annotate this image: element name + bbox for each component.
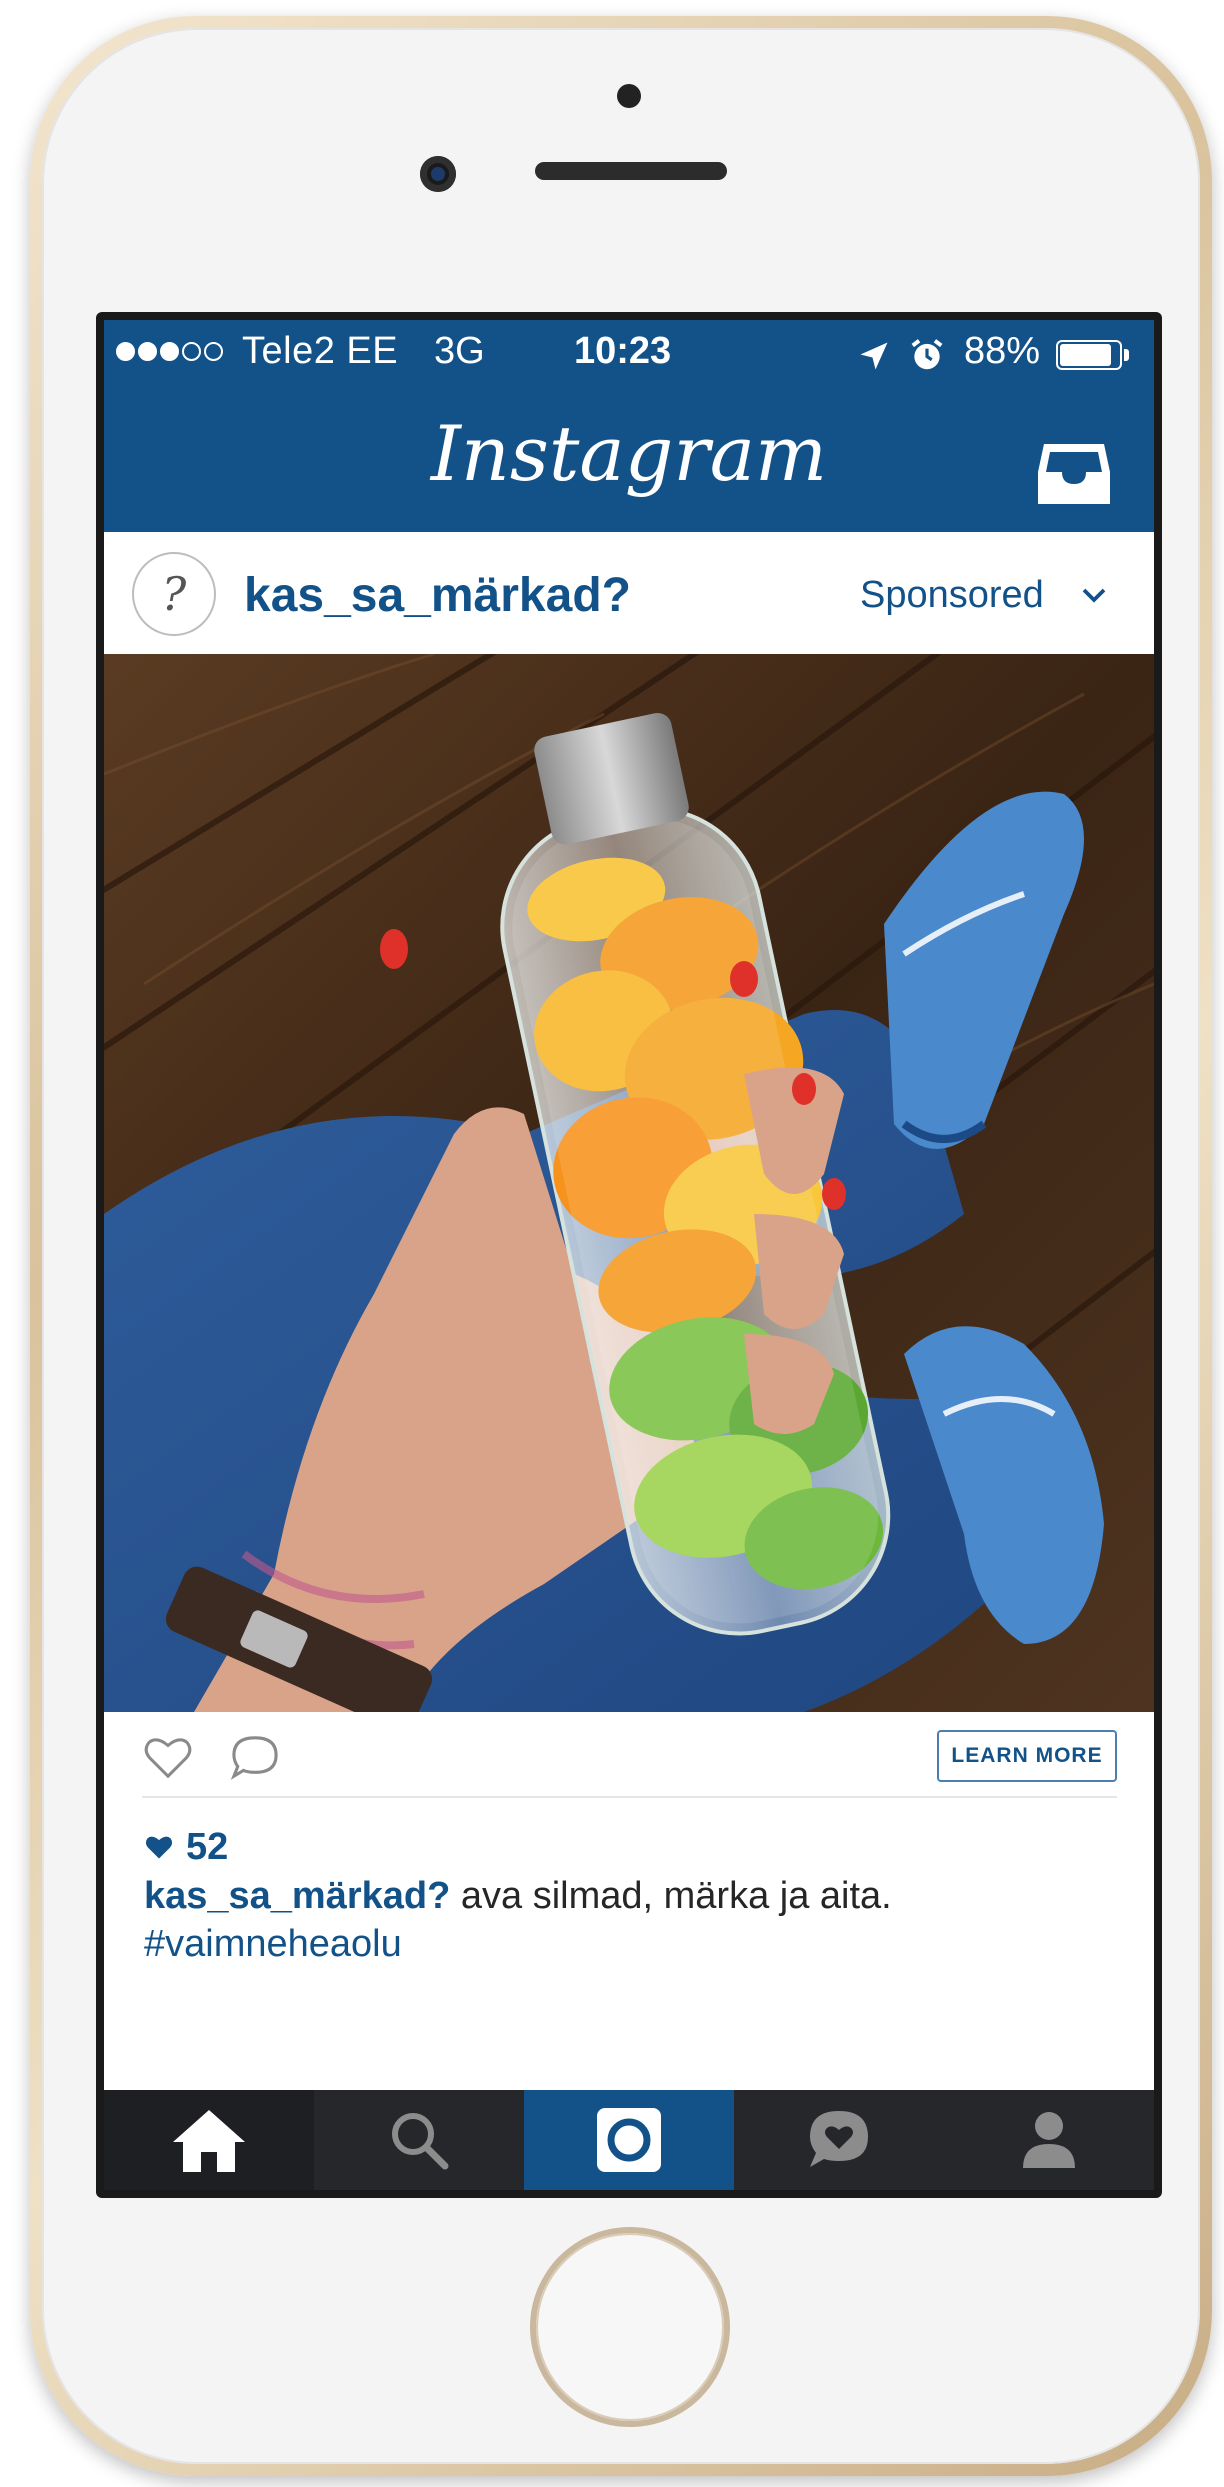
home-button[interactable] xyxy=(536,2233,724,2421)
signal-dot xyxy=(204,342,223,361)
earpiece-speaker xyxy=(535,162,727,180)
phone-screen: Tele2 EE 3G 10:23 88% Instagram ? kas_sa… xyxy=(96,312,1162,2198)
like-heart-icon[interactable] xyxy=(142,1734,194,1780)
tab-search[interactable] xyxy=(314,2090,524,2190)
tab-profile[interactable] xyxy=(944,2090,1154,2190)
search-icon xyxy=(392,2113,449,2170)
comment-bubble-icon[interactable] xyxy=(230,1734,280,1780)
avatar-question-icon: ? xyxy=(161,567,187,621)
location-arrow-icon xyxy=(860,342,888,370)
inbox-icon[interactable] xyxy=(1034,436,1114,508)
post-caption: kas_sa_märkad? ava silmad, märka ja aita… xyxy=(144,1872,1124,1968)
caption-username[interactable]: kas_sa_märkad? xyxy=(144,1875,450,1917)
carrier-name: Tele2 EE xyxy=(242,330,399,372)
signal-dot xyxy=(160,342,179,361)
post-username[interactable]: kas_sa_märkad? xyxy=(244,568,631,623)
alarm-clock-icon xyxy=(911,339,943,370)
home-icon xyxy=(173,2110,245,2172)
profile-icon xyxy=(1023,2112,1075,2168)
signal-dot xyxy=(138,342,157,361)
network-type: 3G xyxy=(434,330,485,372)
proximity-sensor xyxy=(617,84,641,108)
likes-row[interactable]: 52 xyxy=(144,1822,228,1872)
caption-text: ava silmad, märka ja aita. xyxy=(450,1875,892,1917)
tab-home[interactable] xyxy=(104,2090,314,2190)
chevron-down-icon[interactable] xyxy=(1079,580,1109,610)
signal-dot xyxy=(116,342,135,361)
signal-strength xyxy=(116,342,223,361)
front-camera xyxy=(420,156,456,192)
battery-tip xyxy=(1124,349,1129,361)
likes-count: 52 xyxy=(186,1825,229,1868)
bottom-tab-bar xyxy=(104,2090,1154,2190)
battery-icon xyxy=(1056,340,1122,370)
learn-more-button[interactable]: LEARN MORE xyxy=(937,1730,1117,1782)
battery-level xyxy=(1060,344,1112,366)
instagram-logo: Instagram xyxy=(430,409,828,498)
tab-activity[interactable] xyxy=(734,2090,944,2190)
app-header: Tele2 EE 3G 10:23 88% Instagram xyxy=(104,320,1154,532)
post-header: ? kas_sa_märkad? Sponsored xyxy=(104,532,1154,654)
screen-content: Tele2 EE 3G 10:23 88% Instagram ? kas_sa… xyxy=(104,320,1154,2190)
battery-percent: 88% xyxy=(964,330,1041,372)
camera-icon xyxy=(597,2108,661,2172)
filled-heart-icon xyxy=(145,1836,173,1859)
tab-camera[interactable] xyxy=(524,2090,734,2190)
signal-dot xyxy=(182,342,201,361)
activity-heart-icon xyxy=(810,2111,868,2167)
hashtag-link[interactable]: #vaimneheaolu xyxy=(144,1920,1124,1968)
post-photo[interactable] xyxy=(104,654,1154,1712)
post-actions: LEARN MORE xyxy=(104,1712,1154,1798)
status-bar: Tele2 EE 3G 10:23 88% xyxy=(104,320,1154,384)
status-time: 10:23 xyxy=(574,330,672,372)
fingers xyxy=(744,1067,844,1434)
action-divider xyxy=(142,1796,1117,1798)
avatar[interactable]: ? xyxy=(132,552,216,636)
sponsored-label[interactable]: Sponsored xyxy=(860,574,1044,617)
